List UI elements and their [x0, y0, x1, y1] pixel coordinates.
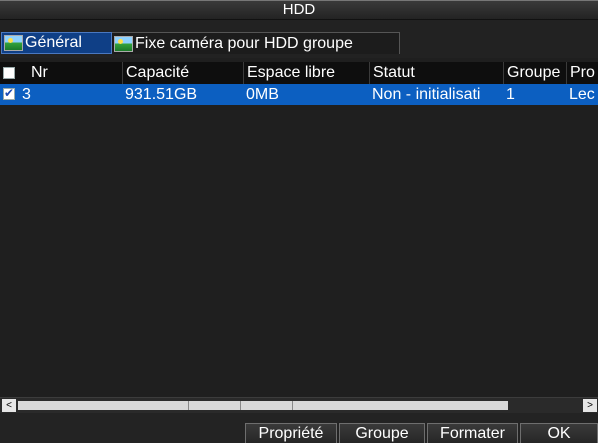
scrollbar-tick: [292, 401, 293, 410]
hdd-table: Nr Capacité Espace libre Statut Groupe P…: [0, 58, 598, 397]
cell-espace-libre: 0MB: [246, 86, 279, 103]
table-header: Nr Capacité Espace libre Statut Groupe P…: [0, 62, 598, 84]
cell-statut: Non - initialisati: [372, 86, 481, 103]
button-bar: Propriété Groupe Formater OK: [0, 413, 598, 443]
scroll-left-arrow-icon[interactable]: <: [2, 399, 16, 412]
table-row[interactable]: 3 931.51GB 0MB Non - initialisati 1 Lec: [0, 84, 598, 105]
col-header-groupe[interactable]: Groupe: [503, 62, 566, 84]
horizontal-scrollbar[interactable]: < >: [0, 397, 598, 413]
scrollbar-tick: [188, 401, 189, 410]
col-header-statut[interactable]: Statut: [369, 62, 503, 84]
ok-button[interactable]: OK: [520, 423, 598, 443]
row-checkbox[interactable]: [3, 86, 15, 100]
scrollbar-track[interactable]: [18, 401, 508, 410]
cell-capacite: 931.51GB: [125, 86, 198, 103]
groupe-button[interactable]: Groupe: [339, 423, 425, 443]
select-all-checkbox[interactable]: [3, 67, 15, 79]
cell-groupe: 1: [506, 86, 515, 103]
propriete-button[interactable]: Propriété: [245, 423, 337, 443]
col-header-pro[interactable]: Pro: [566, 62, 598, 84]
cell-nr: 3: [22, 86, 31, 103]
col-header-capacite[interactable]: Capacité: [122, 62, 243, 84]
window-title: HDD: [0, 0, 598, 20]
scroll-right-arrow-icon[interactable]: >: [583, 399, 597, 412]
landscape-icon: [4, 35, 23, 51]
col-header-nr[interactable]: Nr: [31, 62, 122, 84]
tab-general[interactable]: Général: [1, 32, 112, 54]
cell-pro: Lec: [569, 86, 595, 103]
tab-bar: Général Fixe caméra pour HDD groupe: [0, 20, 598, 58]
formater-button[interactable]: Formater: [427, 423, 518, 443]
tab-fixe-camera-label: Fixe caméra pour HDD groupe: [135, 34, 353, 52]
landscape-icon: [114, 35, 133, 52]
tab-general-label: Général: [25, 34, 82, 51]
tab-fixe-camera[interactable]: Fixe caméra pour HDD groupe: [112, 32, 400, 54]
col-header-espace-libre[interactable]: Espace libre: [243, 62, 369, 84]
scrollbar-tick: [240, 401, 241, 410]
